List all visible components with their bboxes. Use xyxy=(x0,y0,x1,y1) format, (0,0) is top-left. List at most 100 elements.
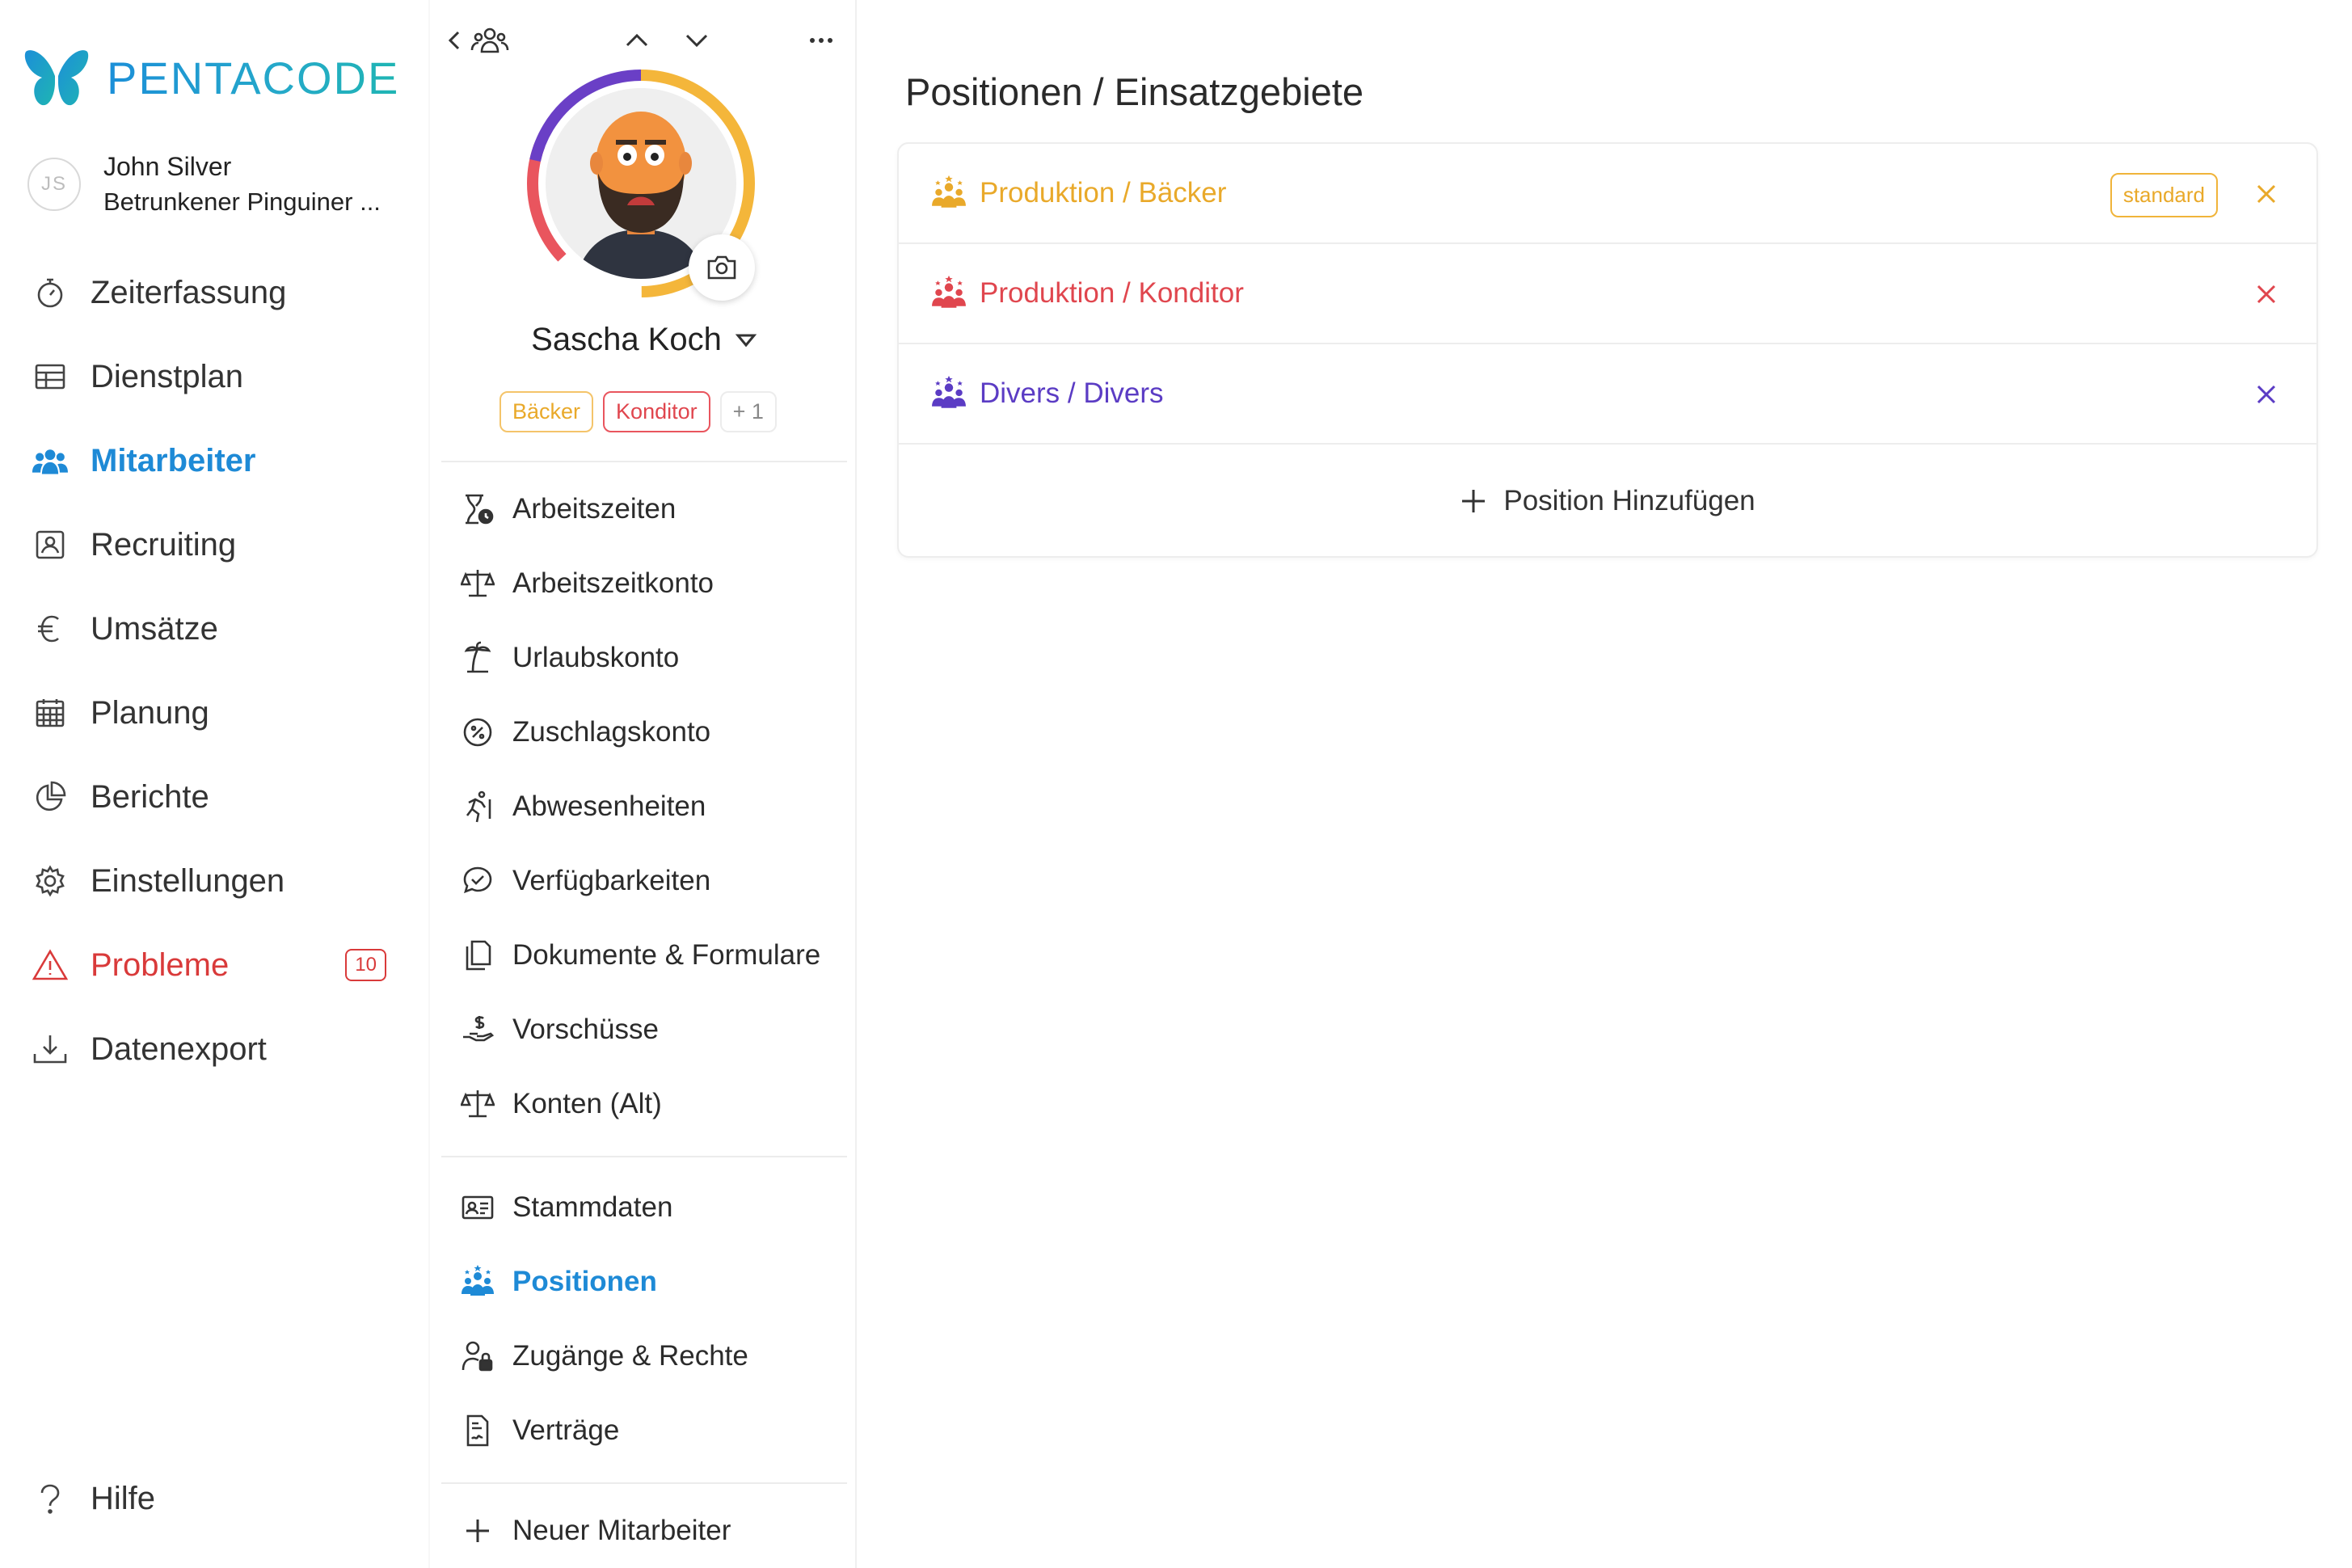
hand-money-icon xyxy=(459,1011,496,1048)
menu-item-positionen[interactable]: Positionen xyxy=(459,1245,847,1319)
menu-item-dokumente[interactable]: Dokumente & Formulare xyxy=(459,918,847,993)
menu-item-label: Abwesenheiten xyxy=(512,790,706,822)
position-row[interactable]: Produktion / Bäcker standard xyxy=(899,144,2316,244)
menu-item-zuschlagskonto[interactable]: Zuschlagskonto xyxy=(459,695,847,769)
position-label: Produktion / Konditor xyxy=(980,277,1244,309)
calendar-grid-icon xyxy=(32,695,68,731)
menu-item-abwesenheiten[interactable]: Abwesenheiten xyxy=(459,769,847,844)
sidebar-item-mitarbeiter[interactable]: Mitarbeiter xyxy=(32,419,396,503)
sidebar-item-recruiting[interactable]: Recruiting xyxy=(32,503,396,587)
sidebar: PENTACODE JS John Silver Betrunkener Pin… xyxy=(0,0,420,1568)
menu-item-label: Zuschlagskonto xyxy=(512,716,711,748)
remove-position-button[interactable] xyxy=(2250,178,2282,210)
menu-item-label: Zugänge & Rechte xyxy=(512,1340,748,1372)
divider xyxy=(441,461,847,462)
menu-item-arbeitszeiten[interactable]: Arbeitszeiten xyxy=(459,472,847,546)
menu-item-label: Arbeitszeiten xyxy=(512,493,677,525)
current-user[interactable]: JS John Silver Betrunkener Pinguiner ... xyxy=(27,149,381,220)
gear-icon xyxy=(32,863,68,899)
menu-item-konten-alt[interactable]: Konten (Alt) xyxy=(459,1067,847,1141)
menu-item-vorschuesse[interactable]: Vorschüsse xyxy=(459,993,847,1067)
sidebar-item-label: Datenexport xyxy=(91,1031,267,1067)
caret-down-icon xyxy=(735,329,757,352)
page-title: Positionen / Einsatzgebiete xyxy=(905,70,1364,113)
chevron-down-icon[interactable] xyxy=(682,23,711,58)
remove-position-button[interactable] xyxy=(2250,378,2282,411)
employee-name-selector[interactable]: Sascha Koch xyxy=(430,322,858,358)
menu-item-label: Vorschüsse xyxy=(512,1014,659,1045)
people-icon xyxy=(32,443,68,478)
hourglass-clock-icon xyxy=(459,491,496,528)
pie-chart-icon xyxy=(32,779,68,815)
download-icon xyxy=(32,1031,68,1067)
menu-item-verfuegbarkeiten[interactable]: Verfügbarkeiten xyxy=(459,844,847,918)
menu-item-vertraege[interactable]: Verträge xyxy=(459,1393,847,1468)
user-name: John Silver xyxy=(103,152,232,181)
sidebar-item-dienstplan[interactable]: Dienstplan xyxy=(32,335,396,419)
plus-icon xyxy=(459,1512,496,1549)
employee-panel-toolbar xyxy=(446,23,842,61)
menu-item-zugaenge-rechte[interactable]: Zugänge & Rechte xyxy=(459,1319,847,1393)
employee-menu-primary: Arbeitszeiten Arbeitszeitkonto Urlaubsko… xyxy=(459,472,847,1141)
butterfly-logo-icon xyxy=(24,50,89,106)
help-link[interactable]: Hilfe xyxy=(32,1481,155,1517)
percent-badge-icon xyxy=(459,714,496,751)
sidebar-item-label: Dienstplan xyxy=(91,358,244,394)
sidebar-item-label: Recruiting xyxy=(91,526,237,563)
new-employee-section: Neuer Mitarbeiter xyxy=(459,1494,847,1568)
positions-card: Produktion / Bäcker standard Produktion … xyxy=(897,142,2318,558)
menu-item-label: Verträge xyxy=(512,1414,620,1446)
menu-item-arbeitszeitkonto[interactable]: Arbeitszeitkonto xyxy=(459,546,847,621)
chevron-up-icon[interactable] xyxy=(622,23,651,58)
employee-panel: Sascha Koch Bäcker Konditor + 1 Arbeitsz… xyxy=(428,0,857,1568)
chevron-left-icon[interactable] xyxy=(446,23,462,58)
help-label: Hilfe xyxy=(91,1481,156,1516)
sidebar-item-label: Umsätze xyxy=(91,610,218,647)
sidebar-item-label: Planung xyxy=(91,694,209,731)
tag-baecker[interactable]: Bäcker xyxy=(499,391,594,432)
menu-item-label: Stammdaten xyxy=(512,1191,673,1223)
sidebar-item-einstellungen[interactable]: Einstellungen xyxy=(32,839,396,923)
add-position-button[interactable]: Position Hinzufügen xyxy=(899,445,2316,558)
new-employee-button[interactable]: Neuer Mitarbeiter xyxy=(459,1494,847,1568)
change-photo-button[interactable] xyxy=(689,234,755,301)
tag-konditor[interactable]: Konditor xyxy=(603,391,710,432)
sidebar-item-probleme[interactable]: Probleme 10 xyxy=(32,923,396,1007)
brand-logo[interactable]: PENTACODE xyxy=(23,45,399,110)
employee-menu-secondary: Stammdaten Positionen Zugänge & Rechte V… xyxy=(459,1170,847,1468)
position-row[interactable]: Divers / Divers xyxy=(899,344,2316,445)
more-options-icon[interactable] xyxy=(807,23,836,58)
menu-item-label: Konten (Alt) xyxy=(512,1088,662,1119)
question-icon xyxy=(32,1483,68,1515)
sidebar-item-umsaetze[interactable]: Umsätze xyxy=(32,587,396,671)
menu-item-label: Positionen xyxy=(512,1266,657,1297)
add-position-label: Position Hinzufügen xyxy=(1503,485,1756,516)
positions-icon xyxy=(931,175,967,211)
sidebar-item-label: Mitarbeiter xyxy=(91,442,256,478)
plus-icon xyxy=(1462,490,1486,512)
menu-item-label: Dokumente & Formulare xyxy=(512,939,821,971)
warning-icon xyxy=(32,947,68,983)
sidebar-item-zeiterfassung[interactable]: Zeiterfassung xyxy=(32,251,396,335)
sidebar-item-planung[interactable]: Planung xyxy=(32,671,396,755)
menu-item-label: Urlaubskonto xyxy=(512,642,680,673)
euro-icon xyxy=(32,611,68,647)
positions-icon xyxy=(931,376,967,411)
group-icon[interactable] xyxy=(470,23,509,58)
contract-icon xyxy=(459,1412,496,1449)
position-row[interactable]: Produktion / Konditor xyxy=(899,244,2316,344)
avatar: JS xyxy=(27,158,81,211)
tag-more[interactable]: + 1 xyxy=(719,391,777,432)
user-organization: Betrunkener Pinguiner ... xyxy=(103,188,381,216)
standard-badge: standard xyxy=(2110,173,2218,217)
sidebar-item-berichte[interactable]: Berichte xyxy=(32,755,396,839)
employee-name: Sascha Koch xyxy=(531,322,722,357)
menu-item-urlaubskonto[interactable]: Urlaubskonto xyxy=(459,621,847,695)
palm-tree-icon xyxy=(459,639,496,677)
chat-check-icon xyxy=(459,862,496,900)
sidebar-item-label: Probleme xyxy=(91,946,230,983)
sidebar-item-datenexport[interactable]: Datenexport xyxy=(32,1007,396,1091)
remove-position-button[interactable] xyxy=(2250,278,2282,310)
menu-item-stammdaten[interactable]: Stammdaten xyxy=(459,1170,847,1245)
employee-position-tags: Bäcker Konditor + 1 xyxy=(499,391,777,432)
